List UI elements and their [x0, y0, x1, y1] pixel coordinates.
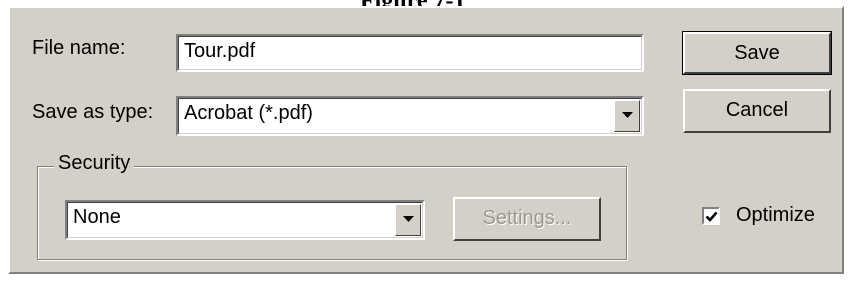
save-button[interactable]: Save: [682, 31, 832, 75]
optimize-checkbox[interactable]: [702, 207, 720, 225]
cancel-button-label: Cancel: [725, 99, 789, 121]
save-as-type-select[interactable]: Acrobat (*.pdf): [176, 96, 644, 136]
save-as-type-dropdown-button[interactable]: [614, 100, 640, 132]
save-as-type-value: Acrobat (*.pdf): [184, 102, 313, 124]
optimize-label: Optimize: [736, 204, 815, 226]
file-name-input[interactable]: Tour.pdf: [176, 34, 644, 72]
save-as-type-label: Save as type:: [32, 101, 154, 123]
security-group-label: Security: [54, 152, 135, 175]
cancel-button[interactable]: Cancel: [683, 89, 831, 133]
chevron-down-icon: [403, 216, 414, 222]
save-button-label: Save: [734, 42, 780, 64]
file-name-value: Tour.pdf: [184, 40, 256, 62]
chevron-down-icon: [622, 112, 633, 118]
security-value: None: [73, 206, 121, 228]
security-select[interactable]: None: [65, 200, 425, 240]
settings-button-label: Settings...: [482, 207, 572, 229]
checkmark-icon: [705, 211, 718, 222]
file-name-label: File name:: [32, 37, 126, 59]
security-dropdown-button[interactable]: [395, 204, 421, 236]
settings-button[interactable]: Settings...: [453, 197, 601, 241]
